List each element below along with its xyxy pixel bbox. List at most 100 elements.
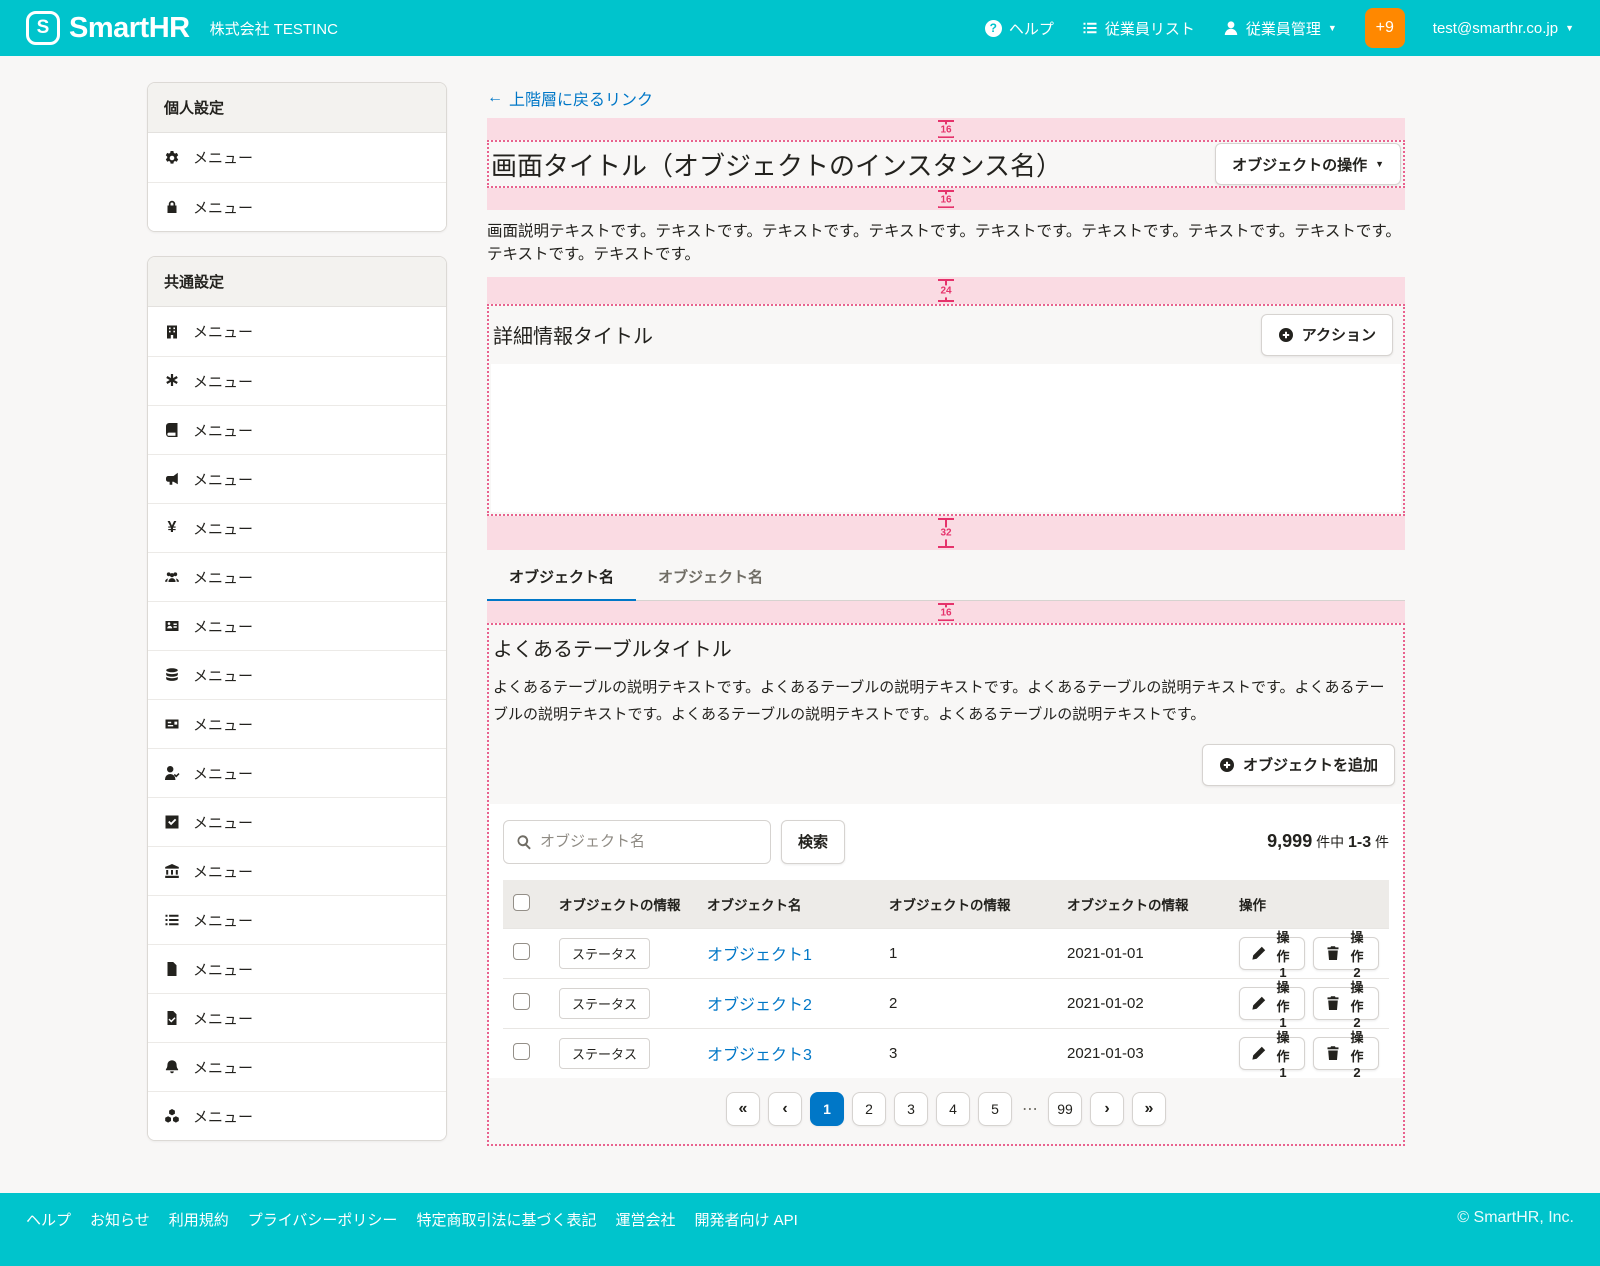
sidebar-item-menu[interactable]: メニュー [148, 356, 446, 405]
sidebar-item-label: メニュー [193, 321, 253, 342]
edit-action-label: 操作1 [1273, 927, 1293, 980]
sidebar-item-menu[interactable]: メニュー [148, 895, 446, 944]
back-to-parent-link[interactable]: ← 上階層に戻るリンク [487, 86, 653, 110]
pagination-page-1[interactable]: 1 [810, 1092, 844, 1126]
tab-bar: オブジェクト名 オブジェクト名 [487, 556, 1405, 601]
sidebar-item-label: メニュー [193, 665, 253, 686]
pagination-page-99[interactable]: 99 [1048, 1092, 1082, 1126]
footer-link-terms[interactable]: 利用規約 [169, 1209, 229, 1230]
row-actions: 操作1 操作2 [1239, 937, 1379, 970]
footer-link-commerce-law[interactable]: 特定商取引法に基づく表記 [416, 1209, 596, 1230]
sidebar-item-menu[interactable]: メニュー [148, 601, 446, 650]
footer-link-privacy[interactable]: プライバシーポリシー [248, 1209, 398, 1230]
content-area: 個人設定 メニュー メニュー 共通設定 メニュー メニュー [0, 56, 1600, 1193]
object-link[interactable]: オブジェクト2 [707, 997, 812, 1014]
sidebar-item-label: メニュー [193, 861, 253, 882]
sidebar-group-title: 共通設定 [148, 257, 446, 307]
action-button[interactable]: アクション [1261, 314, 1393, 356]
pagination-page-3[interactable]: 3 [894, 1092, 928, 1126]
object-date-cell: 2021-01-03 [1057, 1028, 1229, 1078]
sidebar-item-menu[interactable]: メニュー [148, 182, 446, 231]
tab-object-name-1[interactable]: オブジェクト名 [487, 556, 636, 600]
pagination-last-button[interactable]: » [1132, 1092, 1166, 1126]
sidebar-item-menu[interactable]: メニュー [148, 405, 446, 454]
result-count: 9,999 件中 1-3 件 [1267, 831, 1389, 852]
column-header-actions: 操作 [1229, 880, 1389, 929]
file-icon [164, 961, 180, 977]
footer-link-developer-api[interactable]: 開発者向け API [694, 1209, 797, 1230]
search-button[interactable]: 検索 [781, 820, 845, 864]
employee-list-label: 従業員リスト [1105, 18, 1195, 39]
sidebar-group-common: 共通設定 メニュー メニュー メニュー メニュー [147, 256, 447, 1141]
object-link[interactable]: オブジェクト1 [707, 947, 812, 964]
edit-action-button[interactable]: 操作1 [1239, 937, 1305, 970]
list-icon [1082, 20, 1098, 36]
sidebar-group-title: 個人設定 [148, 83, 446, 133]
pagination-page-4[interactable]: 4 [936, 1092, 970, 1126]
sidebar-item-menu[interactable]: メニュー [148, 944, 446, 993]
add-object-button[interactable]: オブジェクトを追加 [1202, 744, 1395, 786]
smarthr-logo[interactable]: S SmartHR [26, 11, 190, 45]
pagination-page-2[interactable]: 2 [852, 1092, 886, 1126]
spacing-measure: 16 [938, 120, 954, 138]
object-info-cell: 2 [879, 978, 1057, 1028]
help-nav-item[interactable]: ? ヘルプ [985, 18, 1054, 39]
employee-admin-nav-item[interactable]: 従業員管理 ▼ [1223, 18, 1337, 39]
notification-count-badge[interactable]: +9 [1365, 8, 1405, 48]
sidebar-item-menu[interactable]: メニュー [148, 1042, 446, 1091]
row-checkbox[interactable] [513, 943, 530, 960]
delete-action-button[interactable]: 操作2 [1313, 987, 1379, 1020]
sidebar-item-menu[interactable]: メニュー [148, 993, 446, 1042]
edit-action-button[interactable]: 操作1 [1239, 987, 1305, 1020]
trash-icon [1325, 945, 1341, 961]
sidebar-item-menu[interactable]: メニュー [148, 797, 446, 846]
edit-action-button[interactable]: 操作1 [1239, 1037, 1305, 1070]
sidebar-item-menu[interactable]: メニュー [148, 846, 446, 895]
book-icon [164, 422, 180, 438]
plus-circle-icon [1219, 757, 1235, 773]
gear-icon [164, 150, 180, 166]
account-menu[interactable]: test@smarthr.co.jp ▼ [1433, 20, 1574, 37]
sidebar-item-menu[interactable]: メニュー [148, 699, 446, 748]
brand-name: SmartHR [69, 12, 190, 45]
footer-link-help[interactable]: ヘルプ [26, 1209, 71, 1230]
pagination-page-5[interactable]: 5 [978, 1092, 1012, 1126]
footer-link-company[interactable]: 運営会社 [615, 1209, 675, 1230]
chevron-down-icon: ▼ [1328, 23, 1337, 33]
database-icon [164, 667, 180, 683]
row-checkbox[interactable] [513, 993, 530, 1010]
sidebar-item-menu[interactable]: メニュー [148, 454, 446, 503]
sidebar-item-menu[interactable]: メニュー [148, 552, 446, 601]
object-info-cell: 3 [879, 1028, 1057, 1078]
delete-action-button[interactable]: 操作2 [1313, 937, 1379, 970]
footer-link-news[interactable]: お知らせ [90, 1209, 150, 1230]
sidebar-item-menu[interactable]: ¥ メニュー [148, 503, 446, 552]
app: S SmartHR 株式会社 TESTINC ? ヘルプ 従業員リスト 従業員管… [0, 0, 1600, 1266]
search-input[interactable] [540, 833, 758, 850]
object-actions-dropdown-button[interactable]: オブジェクトの操作 ▼ [1215, 143, 1401, 185]
sidebar-item-menu[interactable]: メニュー [148, 748, 446, 797]
edit-action-label: 操作1 [1273, 977, 1293, 1030]
row-checkbox[interactable] [513, 1043, 530, 1060]
sidebar-item-menu[interactable]: メニュー [148, 1091, 446, 1140]
employee-list-nav-item[interactable]: 従業員リスト [1082, 18, 1195, 39]
common-table-section: よくあるテーブルタイトル よくあるテーブルの説明テキストです。よくあるテーブルの… [487, 623, 1405, 1146]
pagination-prev-button[interactable]: ‹ [768, 1092, 802, 1126]
sidebar-item-menu[interactable]: メニュー [148, 133, 446, 182]
spacing-indicator-16: 16 [487, 601, 1405, 623]
sidebar-item-menu[interactable]: メニュー [148, 650, 446, 699]
object-info-cell: 1 [879, 928, 1057, 978]
select-all-checkbox[interactable] [513, 894, 530, 911]
table-section-title: よくあるテーブルタイトル [493, 633, 1393, 662]
table-row: ステータス オブジェクト2 2 2021-01-02 操作1 操作2 [503, 978, 1389, 1028]
pagination-first-button[interactable]: « [726, 1092, 760, 1126]
search-icon [516, 834, 532, 850]
object-link[interactable]: オブジェクト3 [707, 1047, 812, 1064]
tab-object-name-2[interactable]: オブジェクト名 [636, 556, 785, 600]
table-row: ステータス オブジェクト1 1 2021-01-01 操作1 操作2 [503, 928, 1389, 978]
delete-action-button[interactable]: 操作2 [1313, 1037, 1379, 1070]
pagination-next-button[interactable]: › [1090, 1092, 1124, 1126]
sidebar-item-menu[interactable]: メニュー [148, 307, 446, 356]
object-date-cell: 2021-01-02 [1057, 978, 1229, 1028]
question-circle-icon: ? [985, 20, 1002, 37]
